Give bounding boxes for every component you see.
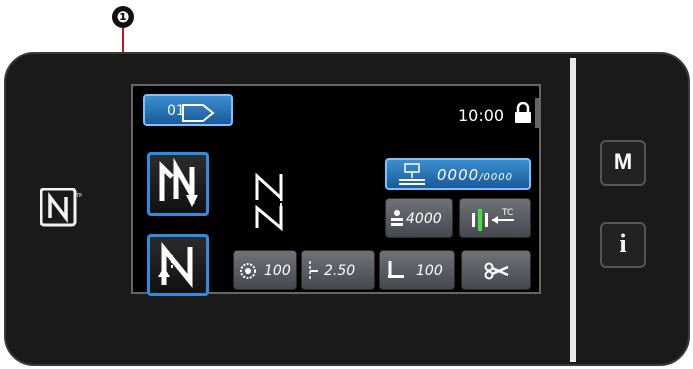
lock-icon[interactable] [513, 102, 533, 124]
thread-tension-button[interactable]: 100 [233, 250, 297, 290]
lcd-screen: 01 10:00 0000/0000 4000 TC 100 2.50 100 [131, 84, 541, 296]
program-arrow-icon [182, 104, 215, 122]
thread-cut-button[interactable] [461, 250, 531, 290]
bobbin-icon [391, 210, 403, 226]
nfc-icon: TM [40, 188, 82, 227]
end-reverse-stitch-button[interactable] [147, 234, 209, 296]
tension-dial-icon [240, 263, 256, 279]
stitch-pitch-icon [309, 261, 318, 281]
presser-foot-icon [388, 261, 404, 278]
start-reverse-stitch-button[interactable] [147, 152, 209, 216]
information-button[interactable]: i [600, 222, 646, 268]
presser-foot-pressure-button[interactable]: 100 [379, 250, 455, 290]
screen-edge-bar [535, 98, 539, 128]
counter-value: 0000 [437, 166, 480, 184]
svg-text:TM: TM [75, 193, 82, 199]
end-stitch-icon [158, 241, 193, 289]
bobbin-count: 4000 [406, 211, 442, 227]
panel-divider [570, 58, 576, 362]
thread-trim-tc-icon: TC [472, 208, 514, 231]
presser-value: 100 [416, 263, 443, 279]
program-number-button[interactable]: 01 [143, 94, 233, 126]
svg-text:TC: TC [501, 208, 513, 218]
program-number: 01 [167, 103, 185, 119]
counter-total: /0000 [479, 172, 514, 183]
tension-value: 100 [264, 263, 291, 279]
counter-icon [399, 163, 425, 185]
pitch-value: 2.50 [324, 263, 356, 279]
stitch-pattern-preview [255, 172, 283, 232]
thread-trimmer-setting-button[interactable]: TC [459, 198, 531, 238]
reverse-stitch-icon [159, 157, 198, 207]
bobbin-counter-button[interactable]: 4000 [385, 198, 453, 238]
clock: 10:00 [458, 106, 505, 125]
scissors-icon [484, 262, 509, 280]
stitch-pitch-button[interactable]: 2.50 [301, 250, 375, 290]
mode-button[interactable]: M [600, 140, 646, 186]
stitch-counter-button[interactable]: 0000/0000 [385, 158, 531, 190]
